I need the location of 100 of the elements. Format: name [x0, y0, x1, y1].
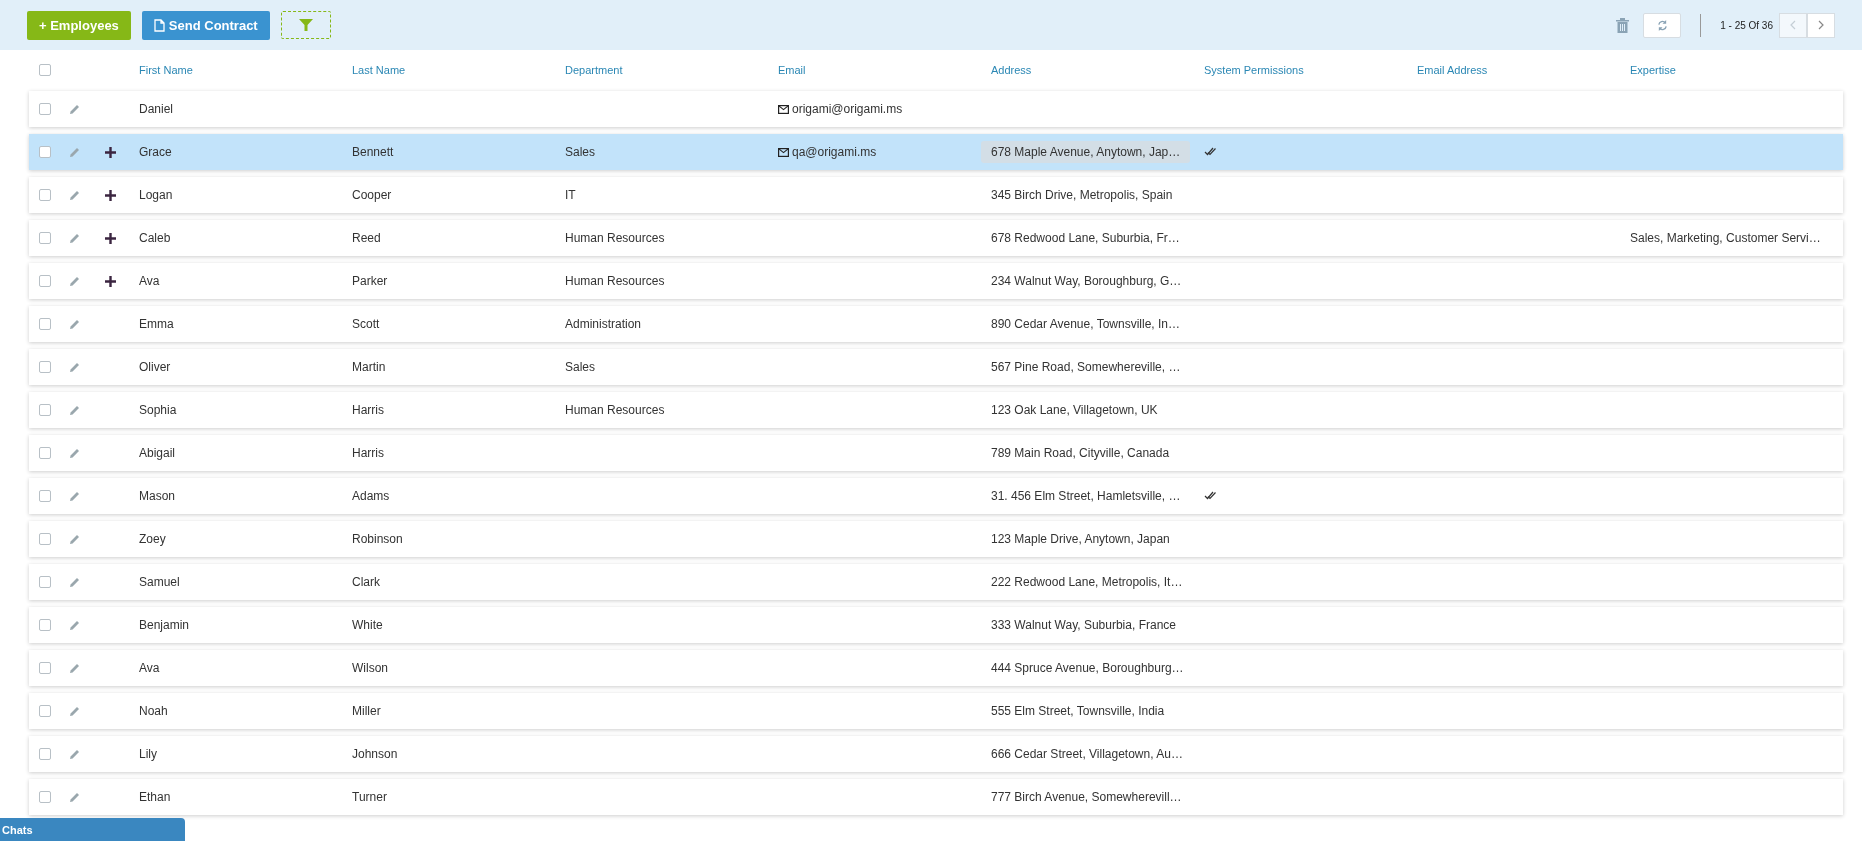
- table-row[interactable]: Logan Cooper IT 345 Birch Drive, Metropolis, Spain: [29, 177, 1843, 213]
- email-link[interactable]: origami@origami.ms: [792, 102, 903, 116]
- column-header[interactable]: Email: [778, 64, 991, 76]
- filter-button[interactable]: [280, 11, 331, 39]
- column-header[interactable]: Expertise: [1630, 64, 1843, 76]
- column-header[interactable]: First Name: [139, 64, 352, 76]
- table-row[interactable]: Ethan Turner 777 Birch Avenue, Somewherevill…: [29, 779, 1843, 815]
- row-checkbox[interactable]: [39, 619, 51, 631]
- row-checkbox[interactable]: [39, 146, 51, 158]
- select-all-checkbox[interactable]: [39, 64, 51, 76]
- table-cell-text: 777 Birch Avenue, Somewherevill…: [990, 789, 1183, 806]
- filter-icon: [298, 18, 313, 32]
- pencil-icon[interactable]: [69, 232, 80, 244]
- pencil-icon[interactable]: [69, 576, 80, 588]
- table-row[interactable]: Noah Miller 555 Elm Street, Townsville, India: [29, 693, 1843, 729]
- pencil-icon[interactable]: [69, 404, 80, 416]
- table-cell-text: Parker: [352, 274, 389, 288]
- table-cell-text: Human Resources: [565, 231, 666, 245]
- table-row[interactable]: Lily Johnson 666 Cedar Street, Villagetown, Au…: [29, 736, 1843, 772]
- refresh-button[interactable]: [1643, 12, 1682, 38]
- table-row[interactable]: Benjamin White 333 Walnut Way, Suburbia, France: [29, 607, 1843, 643]
- row-checkbox[interactable]: [39, 404, 51, 416]
- plus-icon[interactable]: [105, 146, 116, 158]
- column-header[interactable]: Address: [991, 64, 1204, 76]
- trash-icon[interactable]: [1616, 17, 1630, 33]
- table-row[interactable]: Oliver Martin Sales 567 Pine Road, Somewhereville, …: [29, 349, 1843, 385]
- table-cell-text: Sophia: [139, 403, 178, 417]
- column-header[interactable]: Last Name: [352, 64, 565, 76]
- pencil-icon[interactable]: [69, 490, 80, 502]
- table-cell-text: Human Resources: [565, 403, 666, 417]
- pagination-range: 1 - 25 Of 36: [1720, 19, 1773, 31]
- pencil-icon[interactable]: [69, 619, 80, 631]
- row-checkbox[interactable]: [39, 490, 51, 502]
- table-row[interactable]: Caleb Reed Human Resources 678 Redwood Lane, Suburbia, Fr… Sales, Marketing, Customer Servi…: [29, 220, 1843, 256]
- table-row[interactable]: Daniel origami@origami.ms: [29, 91, 1843, 127]
- table-cell-text: Harris: [352, 446, 385, 460]
- table-cell-text: Harris: [352, 403, 385, 417]
- pencil-icon[interactable]: [69, 662, 80, 674]
- pencil-icon[interactable]: [69, 705, 80, 717]
- table-cell-text: Lily: [139, 747, 158, 761]
- table-row[interactable]: Grace Bennett Sales qa@origami.ms 678 Maple Avenue, Anytown, Jap…: [29, 134, 1843, 170]
- pencil-icon[interactable]: [69, 189, 80, 201]
- row-checkbox[interactable]: [39, 576, 51, 588]
- table-cell-text: Turner: [352, 790, 388, 804]
- row-checkbox[interactable]: [39, 791, 51, 803]
- table-cell-text: Human Resources: [565, 274, 666, 288]
- pencil-icon[interactable]: [69, 318, 80, 330]
- column-header[interactable]: Department: [565, 64, 778, 76]
- pencil-icon[interactable]: [69, 146, 80, 158]
- row-checkbox[interactable]: [39, 103, 51, 115]
- pencil-icon[interactable]: [69, 275, 80, 287]
- table-cell-text: Adams: [352, 489, 391, 503]
- row-checkbox[interactable]: [39, 318, 51, 330]
- table-cell-text: Grace: [139, 145, 173, 159]
- row-checkbox[interactable]: [39, 275, 51, 287]
- table-row[interactable]: Ava Parker Human Resources 234 Walnut Way, Boroughburg, G…: [29, 263, 1843, 299]
- table-row[interactable]: Emma Scott Administration 890 Cedar Avenue, Townsville, In…: [29, 306, 1843, 342]
- table-row[interactable]: Zoey Robinson 123 Maple Drive, Anytown, Japan: [29, 521, 1843, 557]
- pencil-icon[interactable]: [69, 361, 80, 373]
- pencil-icon[interactable]: [69, 748, 80, 760]
- next-page-button[interactable]: [1807, 12, 1835, 38]
- table-row[interactable]: Mason Adams 31. 456 Elm Street, Hamletsville, …: [29, 478, 1843, 514]
- pencil-icon[interactable]: [69, 447, 80, 459]
- row-checkbox[interactable]: [39, 447, 51, 459]
- table-row[interactable]: Abigail Harris 789 Main Road, Cityville, Canada: [29, 435, 1843, 471]
- table-row[interactable]: Samuel Clark 222 Redwood Lane, Metropolis, It…: [29, 564, 1843, 600]
- row-checkbox[interactable]: [39, 662, 51, 674]
- row-checkbox[interactable]: [39, 232, 51, 244]
- table-cell-text: Oliver: [139, 360, 172, 374]
- table-cell-text: Reed: [352, 231, 382, 245]
- table-cell-text: 123 Oak Lane, Villagetown, UK: [990, 402, 1159, 419]
- plus-icon[interactable]: [105, 232, 116, 244]
- table-cell-text: 789 Main Road, Cityville, Canada: [990, 445, 1171, 462]
- pencil-icon[interactable]: [69, 791, 80, 803]
- table-cell-text: Miller: [352, 704, 382, 718]
- table-cell-text: 31. 456 Elm Street, Hamletsville, …: [990, 488, 1182, 505]
- table-row[interactable]: Sophia Harris Human Resources 123 Oak Lane, Villagetown, UK: [29, 392, 1843, 428]
- table-cell-text: Scott: [352, 317, 381, 331]
- pencil-icon[interactable]: [69, 533, 80, 545]
- column-header[interactable]: Email Address: [1417, 64, 1630, 76]
- table-row[interactable]: Ava Wilson 444 Spruce Avenue, Boroughburg…: [29, 650, 1843, 686]
- table-cell-text: Robinson: [352, 532, 404, 546]
- table-cell-text: 678 Redwood Lane, Suburbia, Fr…: [990, 230, 1181, 247]
- plus-icon[interactable]: [105, 275, 116, 287]
- table-cell-text: Emma: [139, 317, 175, 331]
- row-checkbox[interactable]: [39, 748, 51, 760]
- refresh-icon: [1656, 19, 1668, 31]
- table-cell-text: Logan: [139, 188, 174, 202]
- table-cell-text: IT: [565, 188, 577, 202]
- table-cell-text: 444 Spruce Avenue, Boroughburg…: [990, 660, 1185, 677]
- row-checkbox[interactable]: [39, 705, 51, 717]
- pencil-icon[interactable]: [69, 103, 80, 115]
- table-cell-text: Martin: [352, 360, 387, 374]
- plus-icon[interactable]: [105, 189, 116, 201]
- row-checkbox[interactable]: [39, 361, 51, 373]
- row-checkbox[interactable]: [39, 189, 51, 201]
- column-header[interactable]: System Permissions: [1204, 64, 1417, 76]
- email-link[interactable]: qa@origami.ms: [792, 145, 877, 159]
- chats-tab[interactable]: Chats: [0, 818, 185, 841]
- row-checkbox[interactable]: [39, 533, 51, 545]
